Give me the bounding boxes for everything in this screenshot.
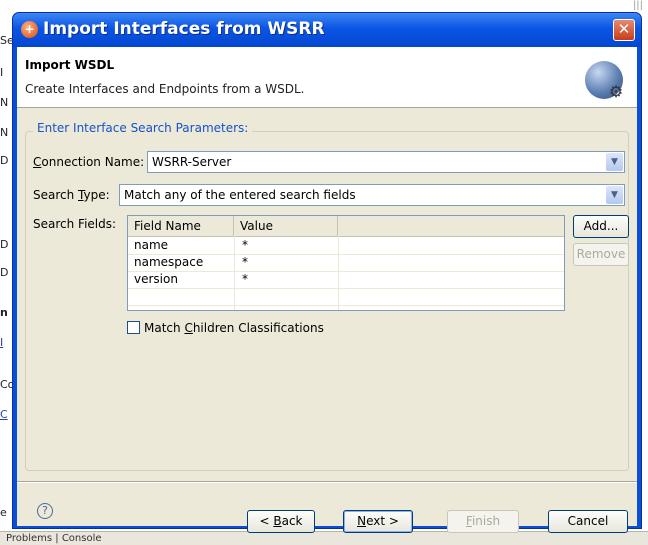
import-dialog: + Import Interfaces from WSRR ✕ Import W… bbox=[12, 12, 642, 533]
next-button-label: ext > bbox=[366, 514, 399, 528]
cell-value: * bbox=[242, 255, 248, 269]
table-header: Field Name Value bbox=[128, 216, 564, 237]
group-title: Enter Interface Search Parameters: bbox=[33, 121, 253, 135]
back-button-label: < bbox=[259, 514, 274, 528]
wizard-header: Import WSDL Create Interfaces and Endpoi… bbox=[17, 47, 637, 108]
connection-name-select[interactable]: WSRR-Server ▼ bbox=[147, 151, 625, 173]
remove-button[interactable]: Remove bbox=[573, 243, 629, 266]
background-text: N bbox=[0, 96, 9, 109]
cell-field-name: namespace bbox=[134, 255, 204, 269]
background-text: I bbox=[0, 66, 4, 79]
import-app-icon: + bbox=[21, 21, 38, 38]
footer-separator bbox=[17, 481, 637, 483]
background-text: e bbox=[0, 506, 7, 519]
table-row[interactable]: version * bbox=[128, 271, 564, 289]
match-children-label[interactable]: Match Children Classifications bbox=[144, 321, 324, 335]
match-children-checkbox[interactable] bbox=[127, 321, 140, 334]
background-text: D bbox=[0, 266, 9, 279]
cancel-button[interactable]: Cancel bbox=[548, 510, 628, 533]
cell-value: * bbox=[242, 272, 248, 286]
gear-icon: ⚙ bbox=[608, 82, 624, 101]
background-text: N bbox=[0, 126, 9, 139]
dialog-body: Import WSDL Create Interfaces and Endpoi… bbox=[17, 47, 637, 533]
dialog-title: Import Interfaces from WSRR bbox=[43, 19, 325, 39]
table-row[interactable]: namespace * bbox=[128, 254, 564, 272]
table-row[interactable]: name * bbox=[128, 237, 564, 255]
cell-field-name: version bbox=[134, 272, 178, 286]
chevron-down-icon[interactable]: ▼ bbox=[606, 153, 623, 171]
connection-name-value: WSRR-Server bbox=[152, 155, 232, 169]
finish-button-label: inish bbox=[471, 514, 501, 528]
cell-field-name: name bbox=[134, 238, 169, 252]
background-link[interactable]: C bbox=[0, 408, 8, 421]
table-row-empty[interactable] bbox=[128, 288, 564, 306]
search-type-label: Search Type: bbox=[33, 188, 110, 202]
help-icon[interactable]: ? bbox=[37, 503, 53, 519]
match-children-label-text-2: hildren Classifications bbox=[192, 321, 324, 335]
search-fields-label: Search Fields: bbox=[33, 217, 117, 231]
search-type-value: Match any of the entered search fields bbox=[124, 188, 356, 202]
connection-name-label-text: onnection Name: bbox=[41, 155, 145, 169]
back-button-label-2: ack bbox=[281, 514, 303, 528]
finish-button[interactable]: Finish bbox=[447, 510, 519, 533]
background-text: D bbox=[0, 154, 9, 167]
background-text: n bbox=[0, 306, 8, 319]
back-button[interactable]: < Back bbox=[247, 510, 315, 533]
title-bar[interactable]: + Import Interfaces from WSRR ✕ bbox=[13, 13, 641, 47]
add-button[interactable]: Add... bbox=[573, 215, 629, 238]
cell-value: * bbox=[242, 238, 248, 252]
match-children-label-text: Match bbox=[144, 321, 185, 335]
column-header-value[interactable]: Value bbox=[234, 216, 338, 236]
next-button[interactable]: Next > bbox=[343, 510, 413, 533]
search-type-label-text: Search bbox=[33, 188, 79, 202]
close-button[interactable]: ✕ bbox=[613, 19, 635, 41]
chevron-down-icon[interactable]: ▼ bbox=[606, 186, 623, 204]
search-type-select[interactable]: Match any of the entered search fields ▼ bbox=[119, 184, 625, 206]
wizard-title: Import WSDL bbox=[25, 58, 115, 72]
search-type-label-text-2: ype: bbox=[83, 188, 110, 202]
wizard-description: Create Interfaces and Endpoints from a W… bbox=[25, 82, 305, 96]
background-text: D bbox=[0, 238, 9, 251]
background-link[interactable]: I bbox=[0, 336, 3, 349]
column-header-field-name[interactable]: Field Name bbox=[128, 216, 234, 236]
search-fields-table[interactable]: Field Name Value name * namespace * vers… bbox=[127, 215, 565, 311]
connection-name-label: Connection Name: bbox=[33, 155, 145, 169]
background-bottom-tabs[interactable]: Problems | Console bbox=[0, 531, 648, 545]
